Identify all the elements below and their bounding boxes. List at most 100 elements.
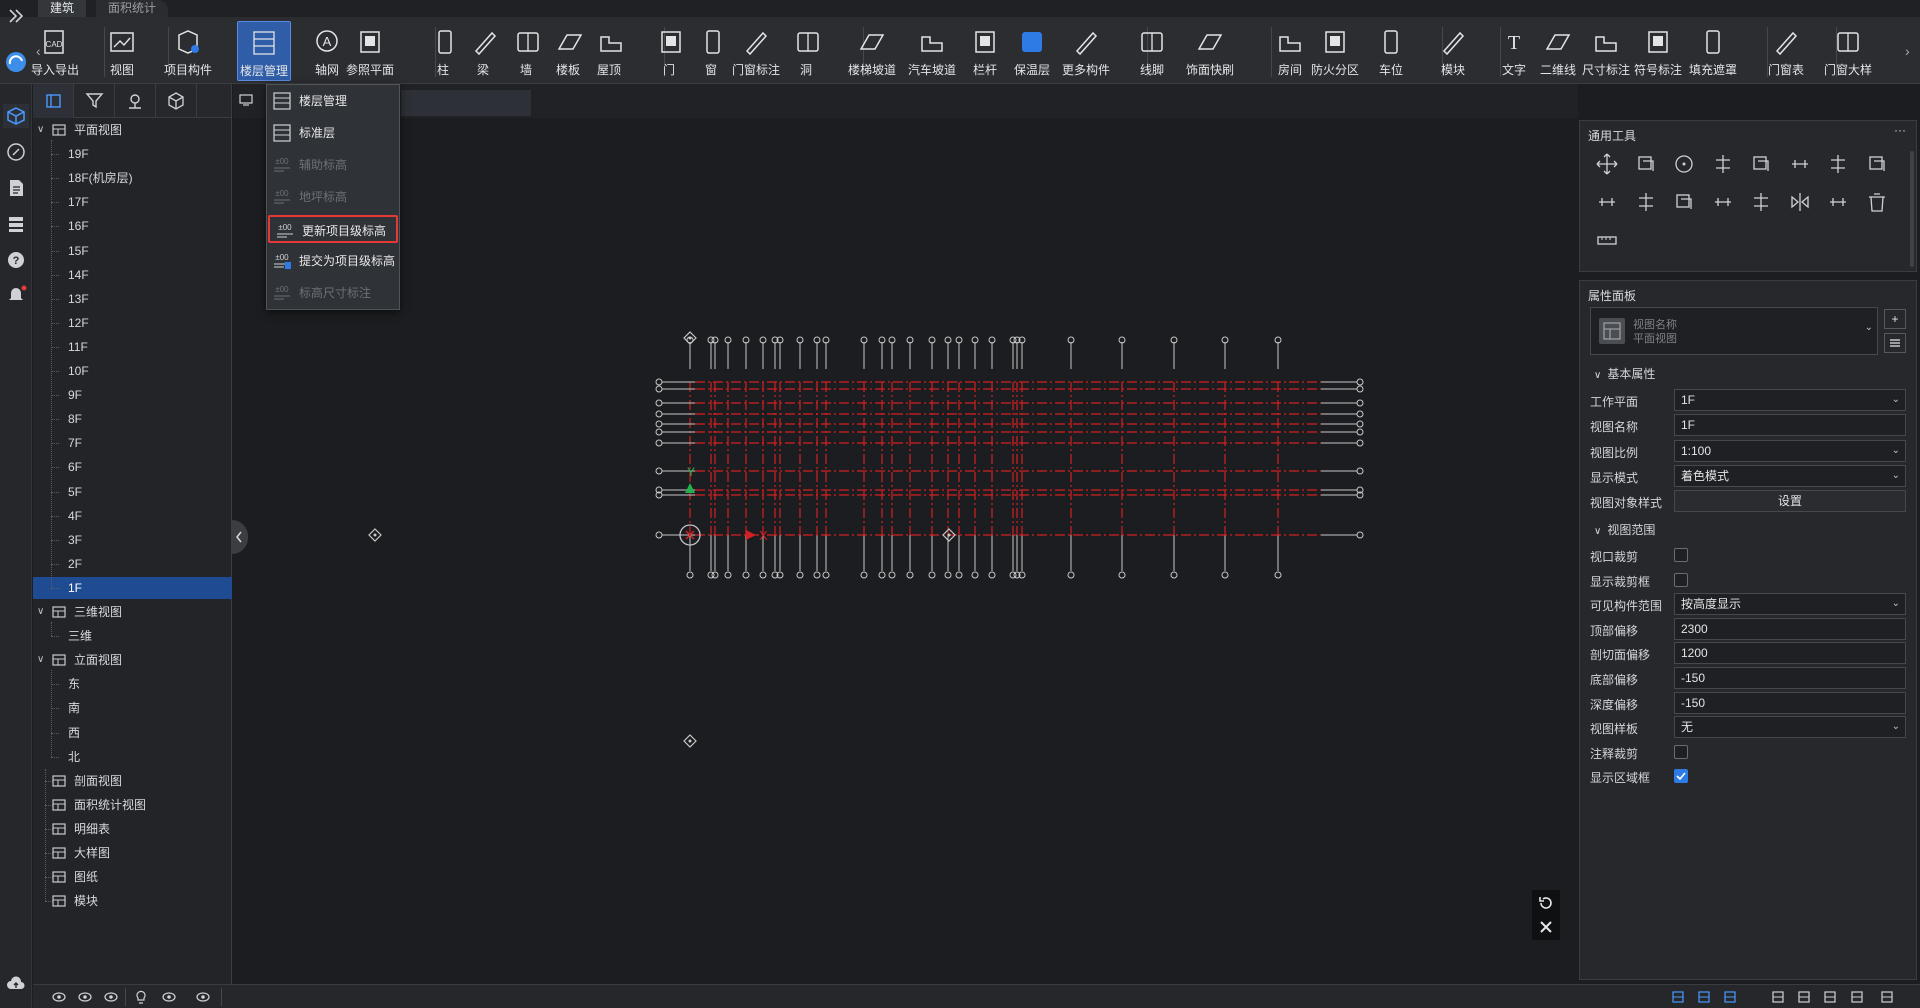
offset-icon[interactable] <box>1825 151 1851 177</box>
visibility-icon[interactable] <box>51 989 67 1005</box>
tree-node[interactable]: 北 <box>33 746 232 768</box>
light-bulb-icon[interactable] <box>133 989 149 1005</box>
ribbon-button-railing[interactable]: 栏杆 <box>965 21 1005 81</box>
tree-node[interactable]: 1F <box>33 576 232 599</box>
measure-icon[interactable] <box>1594 227 1620 253</box>
tree-node[interactable]: 明细表 <box>33 818 232 840</box>
screen-icon[interactable] <box>1822 989 1838 1005</box>
tree-node[interactable]: 15F <box>33 240 232 262</box>
expand-icon[interactable] <box>6 6 30 30</box>
ribbon-button-door[interactable]: 门 <box>654 21 684 81</box>
collapse-panel-handle[interactable] <box>232 520 248 554</box>
ribbon-button-car-ramp[interactable]: 汽车坡道 <box>905 21 959 81</box>
chevron-down-icon[interactable]: ∨ <box>37 649 44 671</box>
eye-icon[interactable] <box>161 989 177 1005</box>
tree-node[interactable]: 17F <box>33 191 232 213</box>
cloud-upload-icon[interactable] <box>4 972 28 996</box>
link-icon[interactable] <box>1770 989 1786 1005</box>
snap-icon[interactable] <box>1796 989 1812 1005</box>
ribbon-button-stair-ramp[interactable]: 楼梯坡道 <box>845 21 899 81</box>
ribbon-button-roof[interactable]: 屋顶 <box>594 21 624 81</box>
ribbon-button-wall[interactable]: 墙 <box>511 21 541 81</box>
property-checkbox[interactable] <box>1674 769 1688 784</box>
tree-node[interactable]: 模块 <box>33 890 232 912</box>
rotate-icon[interactable] <box>1671 151 1697 177</box>
add-icon[interactable]: + <box>1884 309 1906 329</box>
drawing-canvas[interactable]: YX <box>233 84 1578 984</box>
tree-node[interactable]: 剖面视图 <box>33 770 232 792</box>
ribbon-button-cad-import[interactable]: CAD 导入导出 <box>31 21 79 81</box>
property-select[interactable]: 1F ⌄ <box>1674 389 1906 411</box>
ribbon-button-finish-brush[interactable]: 饰面快刷 <box>1183 21 1237 81</box>
ribbon-button-door-window-table[interactable]: 门窗表 <box>1762 21 1810 81</box>
location-icon[interactable] <box>115 84 156 118</box>
ribbon-button-module[interactable]: 模块 <box>1436 21 1470 81</box>
section-view-range[interactable]: ∨ 视图范围 <box>1594 521 1655 538</box>
ribbon-button-parking[interactable]: 车位 <box>1374 21 1408 81</box>
ribbon-button-more-components[interactable]: 更多构件 <box>1059 21 1113 81</box>
dropdown-item-floor-management[interactable]: 楼层管理 <box>267 87 399 115</box>
trim-right-icon[interactable] <box>1671 189 1697 215</box>
axis-icon[interactable] <box>1722 989 1738 1005</box>
align-horizontal-icon[interactable] <box>1748 151 1774 177</box>
tree-node[interactable]: 12F <box>33 312 232 334</box>
rotate-view-icon[interactable] <box>1537 894 1555 912</box>
ribbon-button-door-window-tag[interactable]: 门窗标注 <box>730 21 782 81</box>
list-view-icon[interactable] <box>1696 989 1712 1005</box>
dropdown-item-standard-floor[interactable]: 标准层 <box>267 119 399 147</box>
tree-node[interactable]: 13F <box>33 288 232 310</box>
align-bottom-icon[interactable] <box>1594 189 1620 215</box>
render-icon[interactable] <box>195 989 211 1005</box>
property-checkbox[interactable] <box>1674 744 1688 759</box>
settings-list-icon[interactable] <box>1884 333 1906 353</box>
more-options-icon[interactable]: ··· <box>1894 123 1906 137</box>
tab-views[interactable] <box>33 84 74 118</box>
ribbon-button-window[interactable]: 窗 <box>696 21 726 81</box>
floor-plan-drawing[interactable]: YX <box>233 84 1578 984</box>
tree-node[interactable]: 7F <box>33 432 232 454</box>
model-cube-icon[interactable] <box>3 104 29 128</box>
section-basic-properties[interactable]: ∨ 基本属性 <box>1594 365 1655 382</box>
tree-node[interactable]: 18F(机房层) <box>33 167 232 189</box>
component-cube-icon[interactable] <box>156 84 197 118</box>
dropdown-item-submit-level[interactable]: ±00 提交为项目级标高 <box>267 247 399 275</box>
extend-icon[interactable] <box>1864 151 1890 177</box>
link-icon[interactable] <box>4 140 28 164</box>
dropdown-item-update-level[interactable]: ±00 更新项目级标高 <box>268 215 398 243</box>
ribbon-button-insulation[interactable]: 保温层 <box>1010 21 1054 81</box>
ribbon-button-floor-management[interactable]: 楼层管理 <box>237 21 291 81</box>
hide-icon[interactable] <box>103 989 119 1005</box>
replace-icon[interactable] <box>1825 189 1851 215</box>
tree-node[interactable]: 面积统计视图 <box>33 794 232 816</box>
close-view-icon[interactable] <box>1537 918 1555 936</box>
trim-left-icon[interactable] <box>1633 189 1659 215</box>
property-input[interactable]: -150 <box>1674 667 1906 689</box>
view-tab-1f[interactable] <box>401 90 531 116</box>
property-select[interactable]: 1:100 ⌄ <box>1674 439 1906 462</box>
ribbon-button-door-window-detail[interactable]: 门窗大样 <box>1821 21 1875 81</box>
layer-icon[interactable] <box>77 989 93 1005</box>
ribbon-button-room[interactable]: 房间 <box>1272 21 1308 81</box>
fit-view-icon[interactable] <box>1879 989 1895 1005</box>
property-input[interactable]: 1200 <box>1674 642 1906 665</box>
elevation-mark-icon[interactable] <box>1670 989 1686 1005</box>
ribbon-button-molding[interactable]: 线脚 <box>1134 21 1170 81</box>
array-icon[interactable] <box>1710 189 1736 215</box>
tree-node[interactable]: 19F <box>33 143 232 165</box>
filter-icon[interactable] <box>74 84 115 118</box>
tree-node[interactable]: 11F <box>33 336 232 358</box>
tree-node[interactable]: 西 <box>33 722 232 744</box>
list-icon[interactable] <box>4 212 28 236</box>
ribbon-button-text[interactable]: T 文字 <box>1496 21 1532 81</box>
notification-bell-icon[interactable] <box>4 282 28 306</box>
copy-icon[interactable] <box>1633 151 1659 177</box>
tree-node[interactable]: 三维 <box>33 625 232 647</box>
ribbon-button-slab[interactable]: 楼板 <box>553 21 583 81</box>
chevron-down-icon[interactable]: ∨ <box>37 119 44 141</box>
view-tab-icon[interactable] <box>239 94 253 106</box>
ribbon-button-column[interactable]: 柱 <box>428 21 458 81</box>
ribbon-button-reference-plane[interactable]: 参照平面 <box>343 21 397 81</box>
move-icon[interactable] <box>1594 151 1620 177</box>
ribbon-scroll-right-icon[interactable]: › <box>1905 43 1910 59</box>
ribbon-button-fire-zone[interactable]: 防火分区 <box>1308 21 1362 81</box>
